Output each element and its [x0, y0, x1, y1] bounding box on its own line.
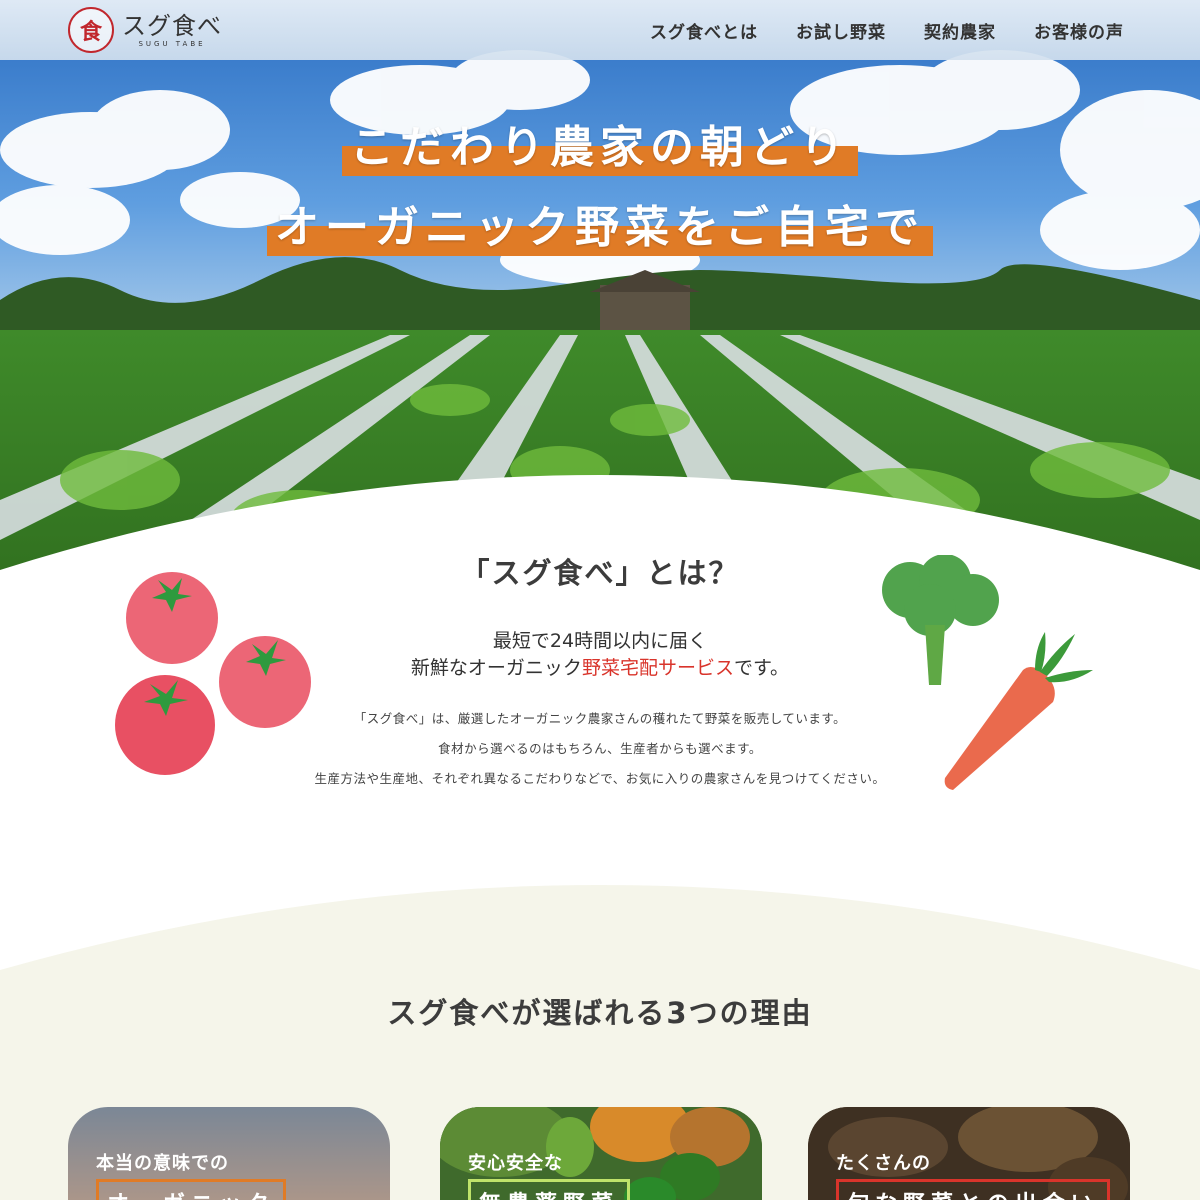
- logo-subtitle: SUGU TABE: [138, 40, 206, 48]
- hero-headline-1: こだわり農家の朝どり: [342, 118, 858, 178]
- reason-card-label: たくさんの: [836, 1153, 931, 1174]
- nav-link-about[interactable]: スグ食べとは: [650, 18, 758, 43]
- logo-mark: 食: [68, 7, 114, 53]
- reason-card-highlight: 旬な野菜との出会い: [836, 1179, 1110, 1200]
- reason-card-pesticide-free[interactable]: 安心安全な 無農薬野菜: [440, 1107, 762, 1200]
- reason-card-highlight: 無農薬野菜: [468, 1179, 631, 1200]
- site-header: 食 スグ食べ SUGU TABE スグ食べとは お試し野菜 契約農家 お客様の声: [0, 0, 1200, 60]
- hero-headline-2: オーガニック野菜をご自宅で: [267, 198, 933, 258]
- reason-card-organic[interactable]: 本当の意味での オーガニック: [68, 1107, 390, 1200]
- nav-link-trial[interactable]: お試し野菜: [796, 18, 886, 43]
- reason-card-label: 安心安全な: [468, 1153, 563, 1174]
- hero-field-image: [0, 0, 1200, 620]
- hero: こだわり農家の朝どり オーガニック野菜をご自宅で: [0, 0, 1200, 620]
- reason-card-seasonal[interactable]: たくさんの 旬な野菜との出会い: [808, 1107, 1130, 1200]
- reasons-title: スグ食べが選ばれる3つの理由: [387, 996, 813, 1030]
- main-nav: スグ食べとは お試し野菜 契約農家 お客様の声: [650, 0, 1124, 60]
- nav-link-voices[interactable]: お客様の声: [1034, 18, 1124, 43]
- reason-card-label: 本当の意味での: [96, 1153, 229, 1174]
- site-logo[interactable]: 食 スグ食べ SUGU TABE: [68, 6, 222, 54]
- reason-card-highlight: オーガニック: [96, 1179, 287, 1200]
- hero-copy: こだわり農家の朝どり オーガニック野菜をご自宅で: [0, 118, 1200, 278]
- carrot-illustration: [944, 632, 1093, 790]
- nav-link-farmers[interactable]: 契約農家: [924, 18, 996, 43]
- about-lead-highlight: 野菜宅配サービス: [581, 657, 734, 679]
- logo-name: スグ食べ: [122, 12, 222, 40]
- tomatoes-illustration: [115, 572, 311, 775]
